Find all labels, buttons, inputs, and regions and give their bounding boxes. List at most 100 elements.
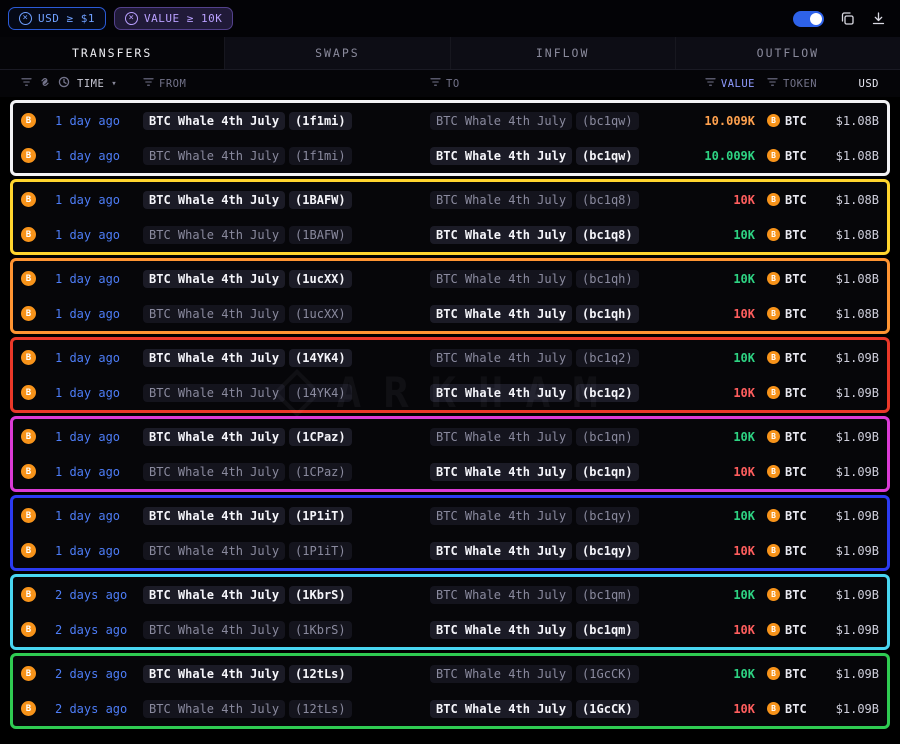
transfer-time[interactable]: 2 days ago — [55, 667, 143, 681]
token-cell[interactable]: B BTC — [755, 623, 815, 637]
transfer-row[interactable]: B 2 days ago BTC Whale 4th July (1KbrS) … — [13, 612, 887, 647]
to-entity-name[interactable]: BTC Whale 4th July — [430, 665, 572, 683]
from-entity[interactable]: BTC Whale 4th July (1BAFW) — [143, 191, 430, 209]
token-cell[interactable]: B BTC — [755, 667, 815, 681]
transfer-row[interactable]: B 2 days ago BTC Whale 4th July (1KbrS) … — [13, 577, 887, 612]
to-entity[interactable]: BTC Whale 4th July (bc1q2) — [430, 384, 665, 402]
to-entity-address[interactable]: (bc1q8) — [576, 191, 639, 209]
to-entity-address[interactable]: (bc1qm) — [576, 621, 639, 639]
to-entity[interactable]: BTC Whale 4th July (bc1qn) — [430, 428, 665, 446]
transfer-row[interactable]: B 1 day ago BTC Whale 4th July (1ucXX) B… — [13, 261, 887, 296]
from-entity[interactable]: BTC Whale 4th July (1BAFW) — [143, 226, 430, 244]
transfer-time[interactable]: 1 day ago — [55, 386, 143, 400]
to-entity-address[interactable]: (bc1qw) — [576, 147, 639, 165]
from-entity-address[interactable]: (1CPaz) — [289, 463, 352, 481]
from-entity-address[interactable]: (12tLs) — [289, 700, 352, 718]
transfer-row[interactable]: B 1 day ago BTC Whale 4th July (1BAFW) B… — [13, 217, 887, 252]
to-entity-address[interactable]: (bc1qw) — [576, 112, 639, 130]
from-entity-address[interactable]: (1P1iT) — [289, 507, 352, 525]
from-entity-name[interactable]: BTC Whale 4th July — [143, 463, 285, 481]
to-entity-address[interactable]: (bc1qy) — [576, 542, 639, 560]
from-entity-address[interactable]: (1CPaz) — [289, 428, 352, 446]
clock-icon[interactable] — [58, 76, 70, 91]
transfer-time[interactable]: 1 day ago — [55, 272, 143, 286]
to-entity-name[interactable]: BTC Whale 4th July — [430, 305, 572, 323]
token-cell[interactable]: B BTC — [755, 307, 815, 321]
from-entity[interactable]: BTC Whale 4th July (1ucXX) — [143, 305, 430, 323]
to-entity-address[interactable]: (bc1qh) — [576, 270, 639, 288]
from-entity[interactable]: BTC Whale 4th July (1f1mi) — [143, 147, 430, 165]
token-cell[interactable]: B BTC — [755, 149, 815, 163]
token-cell[interactable]: B BTC — [755, 193, 815, 207]
token-cell[interactable]: B BTC — [755, 465, 815, 479]
from-entity[interactable]: BTC Whale 4th July (1f1mi) — [143, 112, 430, 130]
token-cell[interactable]: B BTC — [755, 430, 815, 444]
from-entity-address[interactable]: (12tLs) — [289, 665, 352, 683]
transfer-time[interactable]: 2 days ago — [55, 623, 143, 637]
from-entity[interactable]: BTC Whale 4th July (14YK4) — [143, 384, 430, 402]
from-entity-name[interactable]: BTC Whale 4th July — [143, 349, 285, 367]
to-entity[interactable]: BTC Whale 4th July (bc1qh) — [430, 270, 665, 288]
remove-filter-icon[interactable]: × — [19, 12, 32, 25]
from-entity[interactable]: BTC Whale 4th July (12tLs) — [143, 700, 430, 718]
token-cell[interactable]: B BTC — [755, 509, 815, 523]
to-entity-address[interactable]: (bc1qh) — [576, 305, 639, 323]
from-entity-address[interactable]: (14YK4) — [289, 384, 352, 402]
transfer-time[interactable]: 2 days ago — [55, 702, 143, 716]
link-icon[interactable] — [39, 76, 51, 91]
transfer-row[interactable]: B 1 day ago BTC Whale 4th July (1CPaz) B… — [13, 419, 887, 454]
token-cell[interactable]: B BTC — [755, 588, 815, 602]
from-entity-address[interactable]: (1f1mi) — [289, 147, 352, 165]
to-entity-name[interactable]: BTC Whale 4th July — [430, 586, 572, 604]
from-entity-address[interactable]: (1ucXX) — [289, 270, 352, 288]
to-entity-address[interactable]: (bc1qy) — [576, 507, 639, 525]
live-toggle[interactable] — [793, 11, 824, 27]
to-entity[interactable]: BTC Whale 4th July (bc1qm) — [430, 586, 665, 604]
to-entity[interactable]: BTC Whale 4th July (bc1qw) — [430, 147, 665, 165]
from-entity-address[interactable]: (1f1mi) — [289, 112, 352, 130]
from-entity[interactable]: BTC Whale 4th July (1P1iT) — [143, 507, 430, 525]
to-entity-name[interactable]: BTC Whale 4th July — [430, 428, 572, 446]
download-icon[interactable] — [871, 11, 886, 26]
from-entity-name[interactable]: BTC Whale 4th July — [143, 226, 285, 244]
to-entity[interactable]: BTC Whale 4th July (bc1qh) — [430, 305, 665, 323]
transfer-time[interactable]: 1 day ago — [55, 509, 143, 523]
transfer-time[interactable]: 1 day ago — [55, 465, 143, 479]
column-token[interactable]: TOKEN — [783, 78, 817, 90]
from-entity-name[interactable]: BTC Whale 4th July — [143, 191, 285, 209]
column-value[interactable]: VALUE — [721, 78, 755, 90]
from-entity-name[interactable]: BTC Whale 4th July — [143, 270, 285, 288]
filter-icon[interactable] — [705, 77, 716, 90]
from-entity-address[interactable]: (1KbrS) — [289, 621, 352, 639]
filter-chip-usd[interactable]: × USD ≥ $1 — [8, 7, 106, 30]
to-entity[interactable]: BTC Whale 4th July (bc1q8) — [430, 226, 665, 244]
column-from[interactable]: FROM — [159, 78, 186, 90]
to-entity-name[interactable]: BTC Whale 4th July — [430, 384, 572, 402]
tab-transfers[interactable]: TRANSFERS — [0, 37, 225, 69]
to-entity-address[interactable]: (1GcCK) — [576, 700, 639, 718]
from-entity-address[interactable]: (14YK4) — [289, 349, 352, 367]
from-entity-name[interactable]: BTC Whale 4th July — [143, 147, 285, 165]
from-entity[interactable]: BTC Whale 4th July (1ucXX) — [143, 270, 430, 288]
to-entity-name[interactable]: BTC Whale 4th July — [430, 191, 572, 209]
transfer-row[interactable]: B 1 day ago BTC Whale 4th July (1P1iT) B… — [13, 533, 887, 568]
column-time[interactable]: TIME — [77, 78, 104, 90]
to-entity[interactable]: BTC Whale 4th July (bc1qw) — [430, 112, 665, 130]
tab-swaps[interactable]: SWAPS — [225, 37, 450, 69]
to-entity-address[interactable]: (bc1q2) — [576, 349, 639, 367]
from-entity-name[interactable]: BTC Whale 4th July — [143, 384, 285, 402]
from-entity-address[interactable]: (1ucXX) — [289, 305, 352, 323]
to-entity-address[interactable]: (bc1q2) — [576, 384, 639, 402]
transfer-row[interactable]: B 1 day ago BTC Whale 4th July (14YK4) B… — [13, 340, 887, 375]
filter-icon[interactable] — [430, 77, 441, 90]
transfer-time[interactable]: 1 day ago — [55, 351, 143, 365]
transfer-time[interactable]: 1 day ago — [55, 149, 143, 163]
transfer-time[interactable]: 1 day ago — [55, 228, 143, 242]
transfer-time[interactable]: 1 day ago — [55, 114, 143, 128]
from-entity-name[interactable]: BTC Whale 4th July — [143, 700, 285, 718]
transfer-time[interactable]: 1 day ago — [55, 544, 143, 558]
from-entity[interactable]: BTC Whale 4th July (14YK4) — [143, 349, 430, 367]
transfer-row[interactable]: B 1 day ago BTC Whale 4th July (1f1mi) B… — [13, 103, 887, 138]
from-entity[interactable]: BTC Whale 4th July (12tLs) — [143, 665, 430, 683]
to-entity[interactable]: BTC Whale 4th July (1GcCK) — [430, 700, 665, 718]
